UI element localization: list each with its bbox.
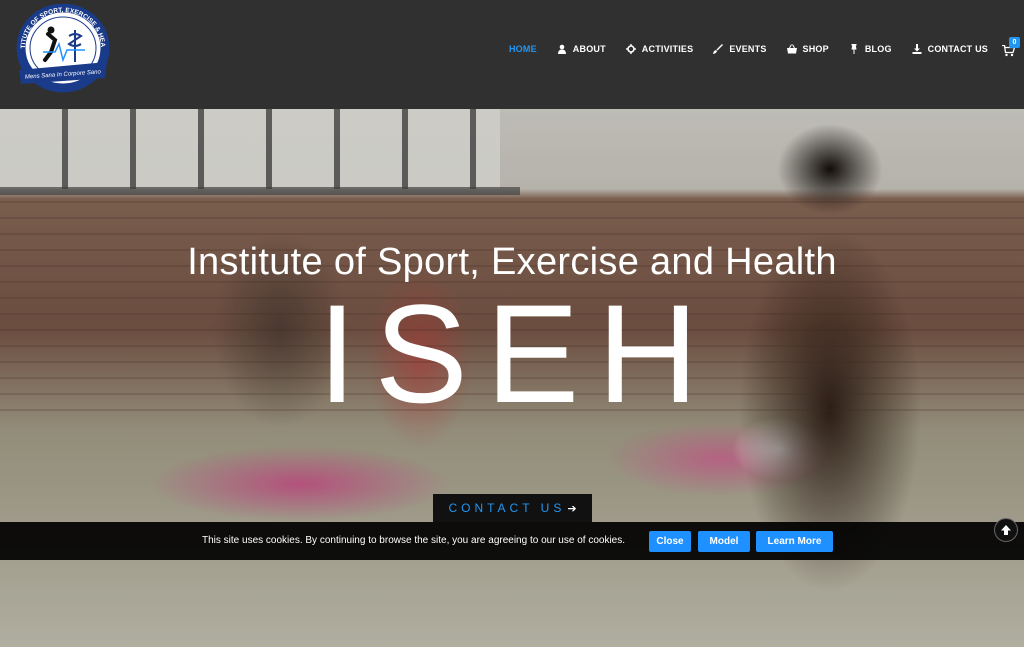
nav-activities[interactable]: ACTIVITIES: [625, 44, 694, 54]
site-header: Mens Sana In Corpore Sano INSTITUTE OF S…: [0, 0, 1024, 109]
cart-count-badge: 0: [1009, 37, 1020, 48]
nav-about[interactable]: ABOUT: [557, 44, 606, 54]
download-icon: [912, 44, 922, 54]
hero-section: Institute of Sport, Exercise and Health …: [0, 109, 1024, 647]
nav-events-label: EVENTS: [729, 44, 767, 54]
cart-button[interactable]: 0: [1002, 37, 1020, 57]
nav-home[interactable]: HOME: [509, 44, 537, 54]
nav-contact-us[interactable]: CONTACT US: [912, 44, 988, 54]
nav-home-label: HOME: [508, 44, 537, 54]
contact-us-button-label: CONTACT US: [448, 501, 566, 515]
scroll-to-top-button[interactable]: [994, 518, 1018, 542]
nav-blog-label: BLOG: [864, 44, 892, 54]
cookie-learn-more-button[interactable]: Learn More: [756, 531, 833, 552]
cookie-model-button[interactable]: Model: [698, 531, 750, 552]
basket-icon: [786, 44, 797, 54]
arrow-right-icon: ➔: [567, 502, 577, 515]
nav-shop-label: SHOP: [802, 44, 829, 54]
cookie-notice-text: This site uses cookies. By continuing to…: [202, 535, 626, 546]
nav-blog[interactable]: BLOG: [849, 44, 892, 54]
cookie-bar: This site uses cookies. By continuing to…: [0, 522, 1024, 560]
iseh-logo[interactable]: Mens Sana In Corpore Sano INSTITUTE OF S…: [15, 4, 111, 96]
pin-icon: [849, 44, 859, 54]
nav-events[interactable]: EVENTS: [713, 44, 766, 54]
user-icon: [557, 44, 567, 54]
nav-shop[interactable]: SHOP: [786, 44, 829, 54]
gear-icon: [625, 44, 636, 54]
contact-us-button[interactable]: CONTACT US ➔: [433, 494, 592, 522]
hero-title: ISEH: [317, 275, 717, 432]
nav-about-label: ABOUT: [572, 44, 606, 54]
main-nav: HOME ABOUT ACTIVITIES EVENTS SHOP BLOG C…: [489, 44, 988, 54]
cookie-close-button[interactable]: Close: [649, 531, 691, 552]
nav-activities-label: ACTIVITIES: [641, 44, 694, 54]
arrow-up-icon: [1001, 525, 1011, 535]
nav-contact-us-label: CONTACT US: [927, 44, 988, 54]
brush-icon: [713, 44, 724, 54]
